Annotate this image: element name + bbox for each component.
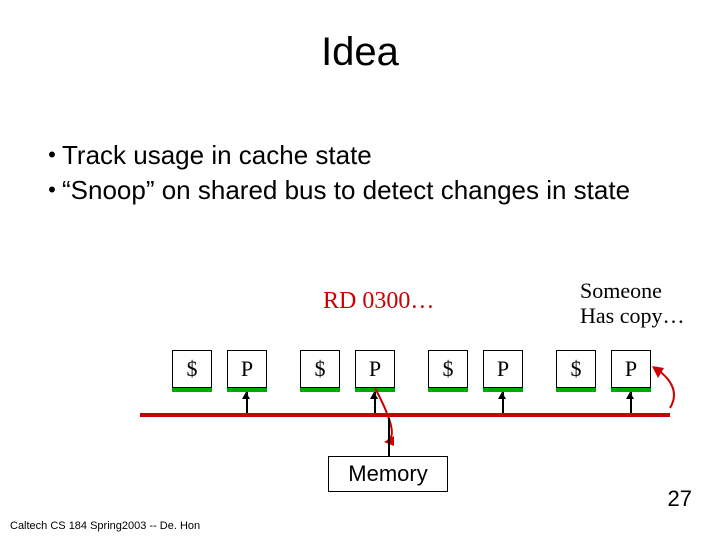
cache-box: $ [556,350,596,388]
bullet-list: • Track usage in cache state • “Snoop” o… [42,138,630,208]
cache-box: $ [172,350,212,388]
someone-label: Someone Has copy… [580,278,684,329]
proc-box: P [483,350,523,388]
bullet-text: “Snoop” on shared bus to detect changes … [62,173,630,208]
green-bar [556,388,596,392]
bullet-item: • Track usage in cache state [42,138,630,173]
bullet-item: • “Snoop” on shared bus to detect change… [42,173,630,208]
slide-number: 27 [668,486,692,512]
slide: Idea • Track usage in cache state • “Sno… [0,0,720,540]
arrow-up-icon [626,392,634,399]
memory-box: Memory [328,456,448,492]
red-arrow-icon [640,360,690,420]
bullet-text: Track usage in cache state [62,138,372,173]
footer-course: Caltech CS 184 Spring2003 -- De. Hon [10,520,200,532]
rd-label: RD 0300… [323,288,434,315]
green-bar [172,388,212,392]
someone-line1: Someone [580,278,684,303]
someone-line2: Has copy… [580,303,684,328]
bullet-dot: • [42,173,62,206]
green-bar [300,388,340,392]
arrow-up-icon [498,392,506,399]
proc-box: P [227,350,267,388]
slide-title: Idea [0,30,720,75]
red-arrow-icon [360,380,440,450]
cache-box: $ [300,350,340,388]
memory-stub [388,418,390,456]
arrow-up-icon [242,392,250,399]
bullet-dot: • [42,138,62,171]
